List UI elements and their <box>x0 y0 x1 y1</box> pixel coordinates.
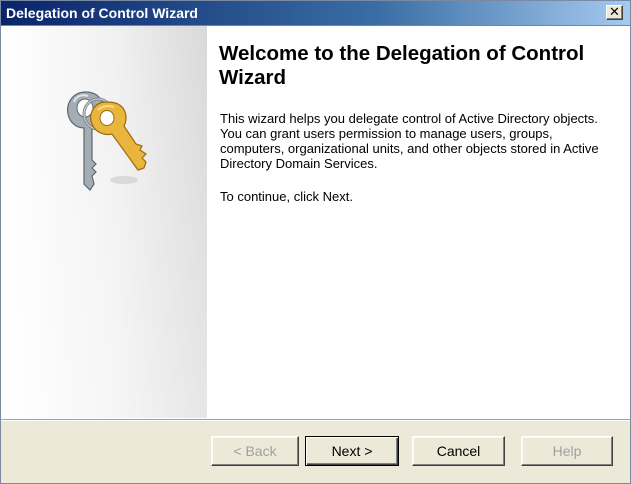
wizard-content: Welcome to the Delegation of Control Wiz… <box>208 26 629 418</box>
button-bar: < Back Next > Cancel Help <box>1 421 630 483</box>
cancel-button[interactable]: Cancel <box>412 436 505 466</box>
title-bar[interactable]: Delegation of Control Wizard ✕ <box>1 1 630 26</box>
next-button[interactable]: Next > <box>305 436 399 466</box>
keys-icon <box>67 91 147 191</box>
help-button[interactable]: Help <box>521 436 613 466</box>
wizard-window: Delegation of Control Wizard ✕ Welcome t… <box>0 0 631 484</box>
window-title: Delegation of Control Wizard <box>6 5 198 21</box>
wizard-side-panel <box>2 26 207 418</box>
page-title: Welcome to the Delegation of Control Wiz… <box>219 42 585 89</box>
close-icon: ✕ <box>609 5 620 20</box>
back-button[interactable]: < Back <box>211 436 299 466</box>
close-button[interactable]: ✕ <box>606 5 623 20</box>
wizard-description: This wizard helps you delegate control o… <box>220 111 599 171</box>
wizard-instruction: To continue, click Next. <box>220 189 353 204</box>
